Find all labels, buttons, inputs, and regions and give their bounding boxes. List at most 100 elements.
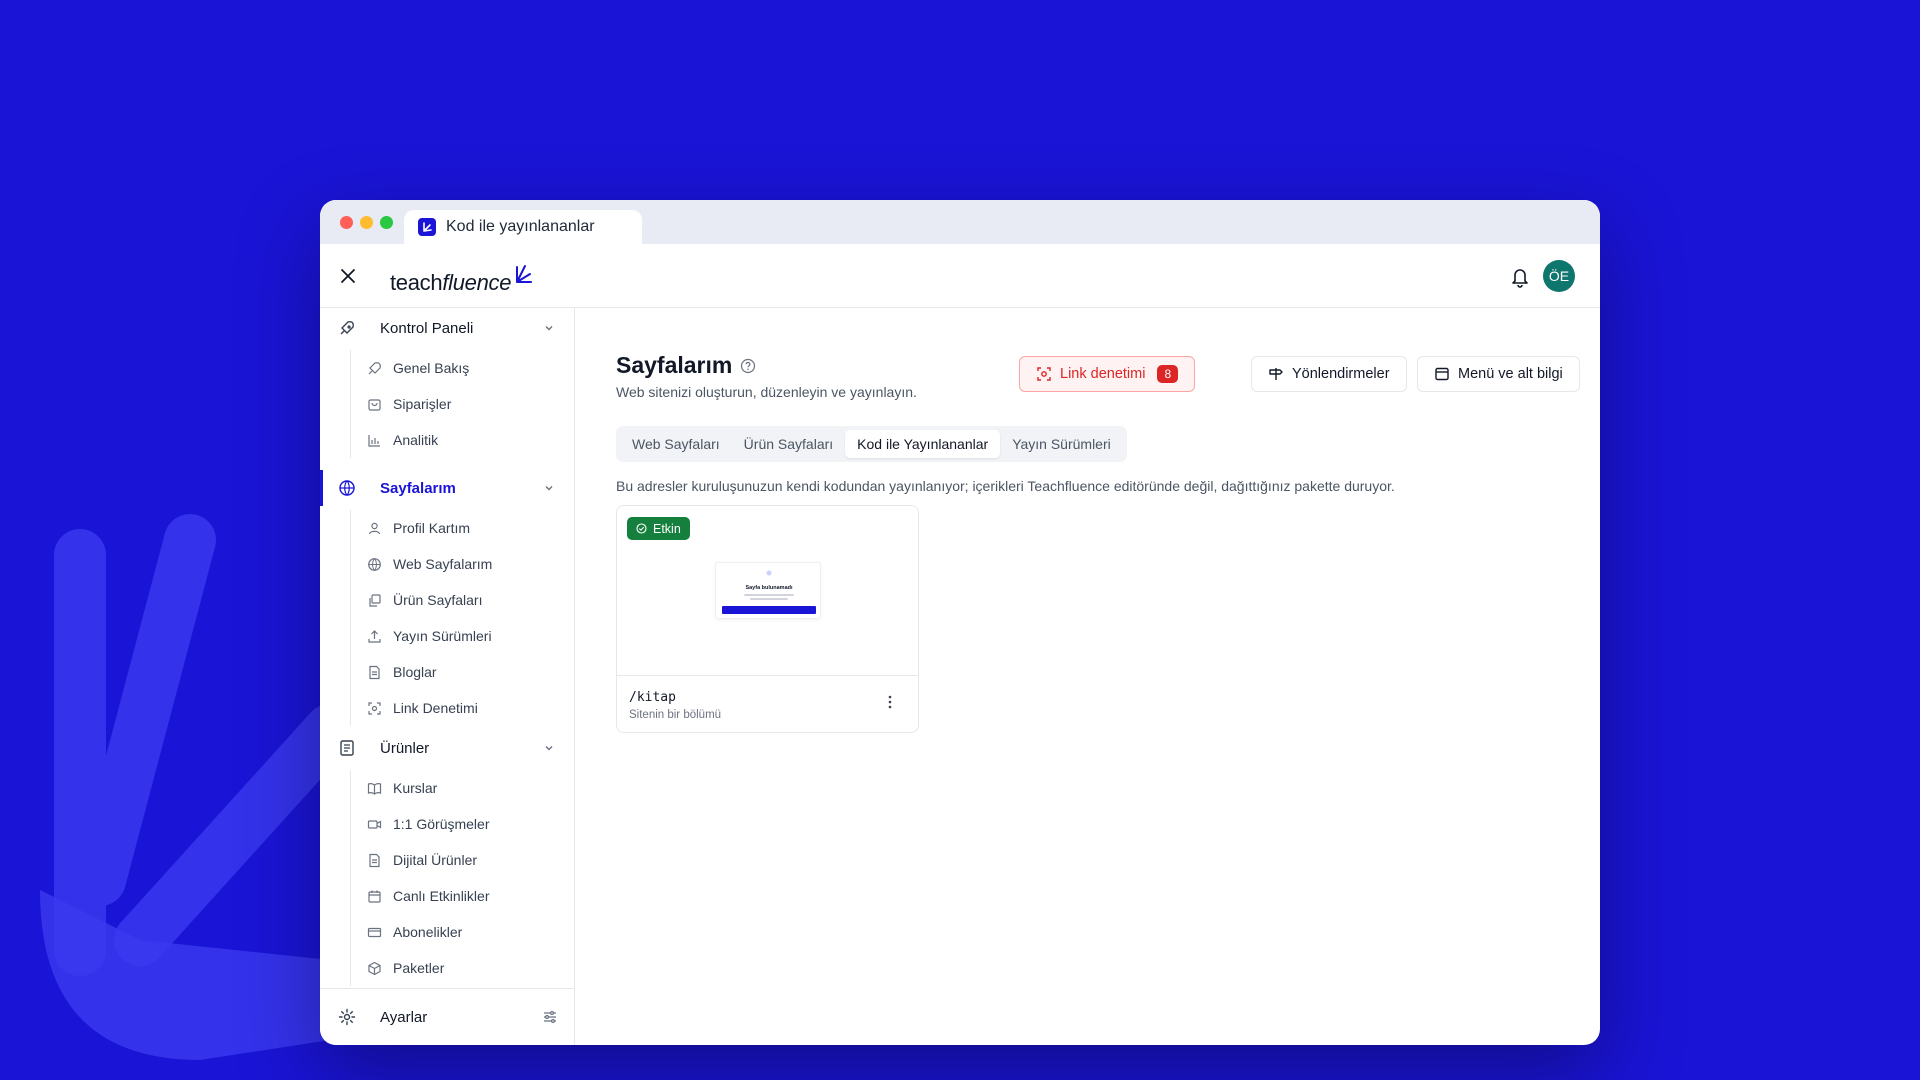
sidebar-item-canli-etkinlikler[interactable]: Canlı Etkinlikler [351, 878, 575, 914]
rocket-icon [368, 362, 381, 375]
status-badge: Etkin [627, 517, 690, 540]
close-icon[interactable] [338, 266, 358, 286]
redirects-label: Yönlendirmeler [1292, 366, 1390, 382]
sidebar-item-label: Yayın Sürümleri [393, 628, 492, 644]
sidebar-item-label: Profil Kartım [393, 520, 471, 536]
logo-text: teachfluence [390, 270, 512, 295]
sidebar-group-urunler[interactable]: Ürünler [320, 730, 575, 766]
app-header: teachfluence ÖE [320, 244, 1600, 308]
page-type-tabs: Web Sayfaları Ürün Sayfaları Kod ile Yay… [616, 426, 1127, 462]
thumbnail-title: Sayfa bulunamadı [745, 585, 793, 591]
sidebar-group-sayfalarim[interactable]: Sayfalarım [320, 470, 575, 506]
sidebar-item-ayarlar[interactable]: Ayarlar [320, 999, 575, 1035]
sidebar-item-profil-kartim[interactable]: Profil Kartım [351, 510, 575, 546]
credit-card-icon [367, 927, 382, 938]
sidebar-group-label: Sayfalarım [380, 479, 456, 497]
sidebar-item-siparisler[interactable]: Siparişler [351, 386, 575, 422]
book-open-icon [367, 783, 382, 795]
gear-icon [338, 1008, 356, 1026]
maximize-window-button[interactable] [380, 216, 393, 229]
browser-tab-title: Kod ile yayınlananlar [446, 218, 595, 235]
sidebar-item-yayin-surumleri[interactable]: Yayın Sürümleri [351, 618, 575, 654]
browser-tab[interactable]: Kod ile yayınlananlar [404, 210, 642, 244]
sidebar-item-label: Link Denetimi [393, 700, 478, 716]
sidebar-footer-label: Ayarlar [380, 1008, 428, 1026]
help-circle-icon[interactable] [740, 358, 756, 374]
sidebar-item-label: Abonelikler [393, 924, 463, 940]
link-audit-label: Link denetimi [1060, 366, 1146, 382]
tab-web-sayfalari[interactable]: Web Sayfaları [620, 430, 732, 458]
scan-icon [1037, 367, 1051, 381]
tab-yayin-surumleri[interactable]: Yayın Sürümleri [1000, 430, 1123, 458]
page-thumbnail: Sayfa bulunamadı [715, 562, 821, 619]
page-subtitle: Web sitenizi oluşturun, düzenleyin ve ya… [616, 384, 917, 400]
signpost-icon [1269, 368, 1283, 380]
shopping-bag-icon [368, 399, 381, 411]
sidebar-sublist-sayfalarim: Profil Kartım Web Sayfalarım Ürün Sayfal… [350, 510, 575, 726]
more-vertical-icon[interactable] [885, 694, 895, 710]
package-icon [368, 961, 381, 976]
sidebar-sublist-urunler: Kurslar 1:1 Görüşmeler Dijital Ürünler C… [350, 770, 575, 986]
teachfluence-logo[interactable]: teachfluence [390, 260, 533, 296]
tab-urun-sayfalari[interactable]: Ürün Sayfaları [732, 430, 845, 458]
thumbnail-button [722, 606, 816, 614]
sidebar-item-label: Genel Bakış [393, 360, 470, 376]
main-content: Sayfalarım Web sitenizi oluşturun, düzen… [576, 308, 1600, 1045]
sidebar-item-web-sayfalarim[interactable]: Web Sayfalarım [351, 546, 575, 582]
scan-icon [368, 702, 381, 715]
sidebar-item-label: Analitik [393, 432, 439, 448]
link-audit-button[interactable]: Link denetimi 8 [1019, 356, 1196, 392]
redirects-button[interactable]: Yönlendirmeler [1251, 356, 1407, 392]
browser-window: Kod ile yayınlananlar teachfluence ÖE Ko… [320, 200, 1600, 1045]
sidebar-item-bloglar[interactable]: Bloglar [351, 654, 575, 690]
sidebar-item-label: Siparişler [393, 396, 452, 412]
sidebar-group-kontrol-paneli[interactable]: Kontrol Paneli [320, 310, 575, 346]
chevron-down-icon [545, 746, 553, 751]
chevron-down-icon [545, 486, 553, 491]
sidebar-item-label: Bloglar [393, 664, 437, 680]
sidebar-item-kurslar[interactable]: Kurslar [351, 770, 575, 806]
minimize-window-button[interactable] [360, 216, 373, 229]
page-card-preview: Etkin Sayfa bulunamadı [617, 506, 918, 676]
document-icon [369, 665, 380, 680]
layout-icon [1435, 367, 1449, 381]
sidebar-item-genel-bakis[interactable]: Genel Bakış [351, 350, 575, 386]
sidebar-group-label: Ürünler [380, 739, 430, 757]
page-card[interactable]: Etkin Sayfa bulunamadı /kitap Sitenin bi… [616, 505, 919, 733]
sidebar-item-label: Ürün Sayfaları [393, 592, 483, 608]
sliders-icon[interactable] [543, 1010, 557, 1024]
sidebar-item-abonelikler[interactable]: Abonelikler [351, 914, 575, 950]
logo-mark-icon [516, 265, 533, 283]
tab-kod-ile-yayinlananlar[interactable]: Kod ile Yayınlananlar [845, 430, 1001, 458]
sidebar-item-gorusmeler[interactable]: 1:1 Görüşmeler [351, 806, 575, 842]
link-audit-count-badge: 8 [1157, 365, 1179, 383]
sidebar-item-dijital-urunler[interactable]: Dijital Ürünler [351, 842, 575, 878]
document-icon [369, 853, 380, 868]
chevron-down-icon [545, 326, 553, 331]
close-window-button[interactable] [340, 216, 353, 229]
status-badge-label: Etkin [653, 521, 681, 536]
sidebar-item-paketler[interactable]: Paketler [351, 950, 575, 986]
document-list-icon [340, 740, 354, 756]
menu-footer-button[interactable]: Menü ve alt bilgi [1417, 356, 1580, 392]
sidebar-item-link-denetimi[interactable]: Link Denetimi [351, 690, 575, 726]
sparkle-icon [766, 570, 772, 576]
sidebar-group-label: Kontrol Paneli [380, 319, 474, 337]
user-avatar[interactable]: ÖE [1543, 260, 1575, 292]
sidebar-item-label: Web Sayfalarım [393, 556, 493, 572]
sidebar-footer: Ayarlar [320, 988, 575, 1045]
bell-icon[interactable] [1510, 266, 1530, 288]
sidebar-item-urun-sayfalari[interactable]: Ürün Sayfaları [351, 582, 575, 618]
sidebar-item-label: Canlı Etkinlikler [393, 888, 490, 904]
favicon-icon [418, 218, 436, 236]
user-icon [368, 522, 381, 535]
page-title-text: Sayfalarım [616, 352, 733, 378]
sidebar-item-label: Dijital Ürünler [393, 852, 478, 868]
sidebar-item-label: 1:1 Görüşmeler [393, 816, 490, 832]
sidebar-item-analitik[interactable]: Analitik [351, 422, 575, 458]
browser-titlebar: Kod ile yayınlananlar [320, 200, 1600, 244]
bar-chart-icon [368, 435, 380, 447]
menu-footer-label: Menü ve alt bilgi [1458, 366, 1563, 382]
page-card-meta: Sitenin bir bölümü [629, 709, 722, 721]
page-card-path: /kitap [629, 690, 676, 705]
